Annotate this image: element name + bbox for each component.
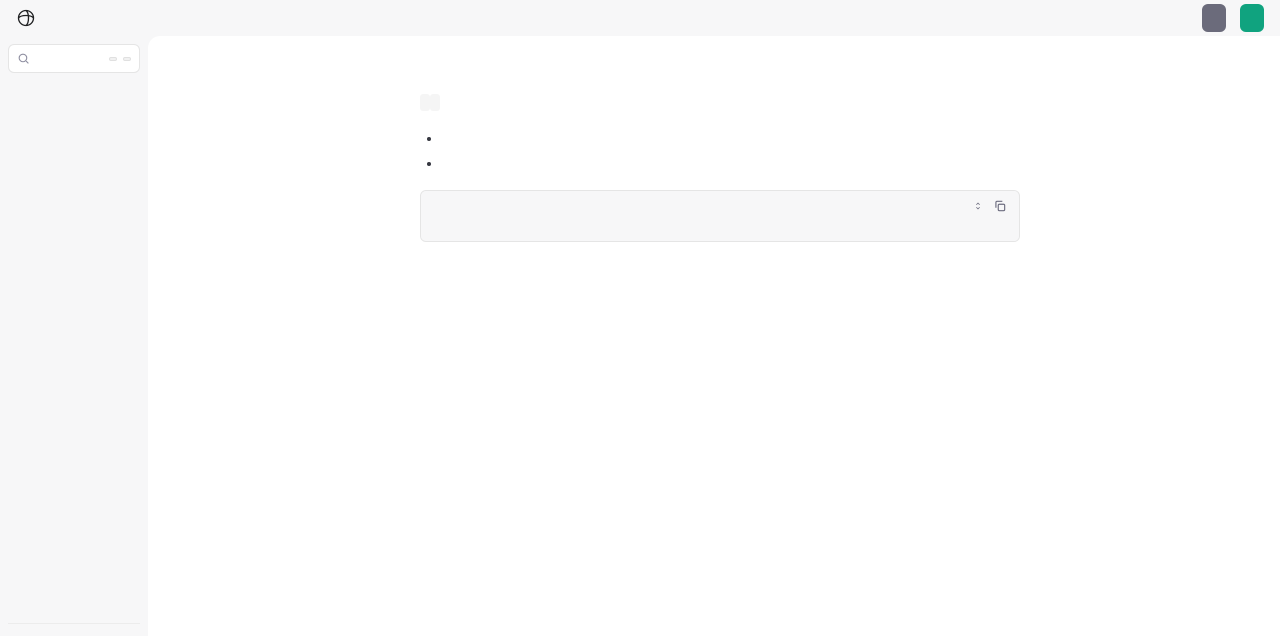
openai-logo-icon <box>16 8 36 28</box>
sidebar-nav <box>8 81 140 623</box>
intro-list <box>442 126 1020 176</box>
code-body <box>421 221 1019 241</box>
intro-list-item <box>442 151 1020 176</box>
language-select[interactable] <box>969 201 983 211</box>
search-input[interactable] <box>36 51 103 66</box>
header-right <box>1174 4 1264 32</box>
intro-list-item <box>442 126 1020 151</box>
sidebar <box>0 36 148 636</box>
code-header <box>421 191 1019 221</box>
code-block <box>420 190 1020 242</box>
code-translations <box>430 94 440 111</box>
header-left <box>16 8 44 28</box>
login-button[interactable] <box>1202 4 1226 32</box>
main-article <box>420 64 1020 636</box>
kbd-k <box>123 57 131 61</box>
top-header <box>0 0 1280 36</box>
content-wrap <box>148 36 1280 636</box>
search-icon <box>17 52 30 65</box>
kbd-ctrl <box>109 57 117 61</box>
table-of-contents <box>1060 64 1240 636</box>
search-box[interactable] <box>8 44 140 73</box>
code-transcriptions <box>420 94 430 111</box>
intro-paragraph <box>420 90 1020 114</box>
copy-icon[interactable] <box>993 199 1007 213</box>
chevron-up-down-icon <box>973 201 983 211</box>
signup-button[interactable] <box>1240 4 1264 32</box>
sidebar-bottom <box>8 623 140 636</box>
